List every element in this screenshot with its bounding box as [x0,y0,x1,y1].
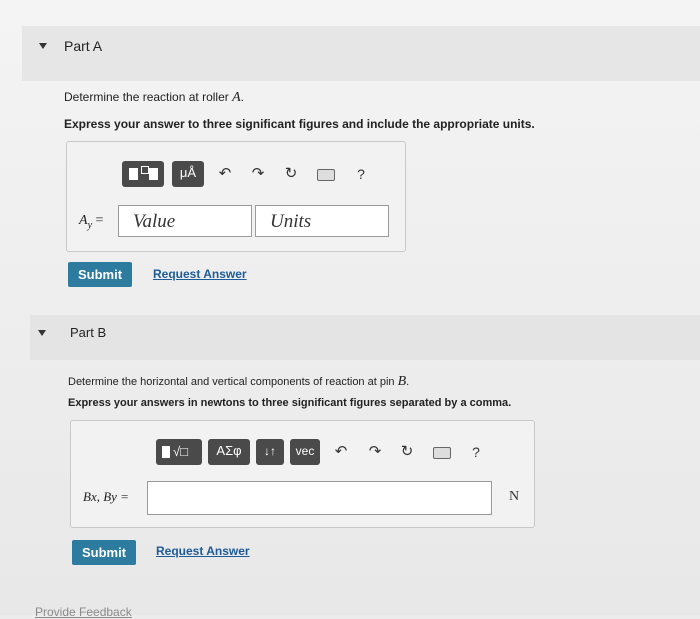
part-b-question: Determine the horizontal and vertical co… [68,374,410,389]
collapse-triangle-icon[interactable] [38,330,46,336]
value-input[interactable]: Value [118,205,252,237]
help-button[interactable]: ? [469,443,483,461]
part-b-title: Part B [70,325,107,340]
templates-button[interactable] [122,161,164,187]
keyboard-icon[interactable] [433,447,451,459]
part-b-instruction: Express your answers in newtons to three… [68,397,512,409]
part-b-answer-input[interactable] [147,481,492,515]
vec-button[interactable]: vec [290,439,320,465]
part-a-answer-label: Ay = [79,213,104,231]
part-a-question: Determine the reaction at roller A. [64,90,244,105]
reset-icon[interactable]: ↻ [283,165,299,183]
part-b-header[interactable]: Part B [22,325,222,345]
units-symbol-button[interactable]: μÅ [172,161,204,187]
part-b-request-answer-link[interactable]: Request Answer [156,544,250,558]
part-a-instruction: Express your answer to three significant… [64,117,535,131]
undo-icon[interactable]: ↶ [217,165,233,183]
collapse-triangle-icon[interactable] [39,43,47,49]
redo-icon[interactable]: ↷ [250,165,266,183]
provide-feedback-link[interactable]: Provide Feedback [35,605,132,619]
template-block-icon-2 [149,168,158,180]
redo-icon[interactable]: ↷ [367,443,383,461]
part-b-submit-button[interactable]: Submit [72,540,136,565]
part-a-header[interactable]: Part A [22,38,222,58]
page: Part A Determine the reaction at roller … [0,0,700,619]
part-b-answer-box: √□ ΑΣφ ↓↑ vec ↶ ↷ ↻ ? Bx, By = N [70,420,535,528]
part-a-submit-button[interactable]: Submit [68,262,132,287]
part-a-answer-box: μÅ ↶ ↷ ↻ ? Ay = Value Units [66,141,406,252]
sqrt-icon: √□ [173,444,188,459]
greek-symbols-button[interactable]: ΑΣφ [208,439,250,465]
units-input[interactable]: Units [255,205,389,237]
templates-button[interactable]: √□ [156,439,202,465]
reset-icon[interactable]: ↻ [399,443,415,461]
template-block-icon [129,168,138,180]
template-block-icon [162,446,170,458]
template-small-icon [141,166,149,174]
part-a-title: Part A [64,38,103,54]
keyboard-icon[interactable] [317,169,335,181]
help-button[interactable]: ? [354,165,368,183]
part-b-answer-label: Bx, By = [83,489,129,504]
subscript-button[interactable]: ↓↑ [256,439,284,465]
unit-label: N [509,489,520,504]
part-a-request-answer-link[interactable]: Request Answer [153,267,247,281]
undo-icon[interactable]: ↶ [333,443,349,461]
